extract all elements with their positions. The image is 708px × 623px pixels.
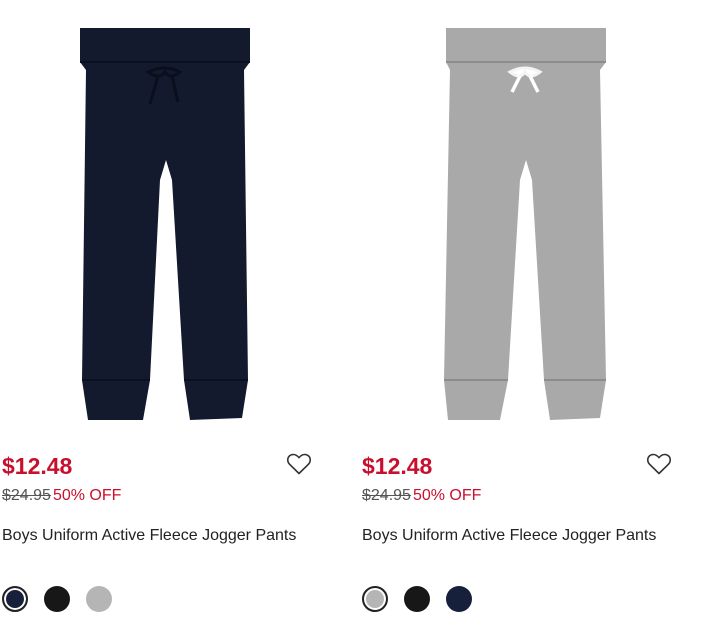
swatch-gray[interactable]: [86, 586, 112, 612]
product-image-gray-jogger[interactable]: [360, 0, 700, 440]
original-price-row: $24.95 50% OFF: [2, 486, 121, 506]
price-row: $12.48: [362, 452, 700, 484]
swatch-gray[interactable]: [362, 586, 388, 612]
original-price: $24.95: [362, 487, 411, 504]
original-price-row: $24.95 50% OFF: [362, 486, 481, 506]
pants-illustration: [444, 28, 606, 420]
product-grid: $12.48 $24.95 50% OFF Boys Uniform Active…: [0, 0, 708, 623]
swatch-black[interactable]: [404, 586, 430, 612]
product-title[interactable]: Boys Uniform Active Fleece Jogger Pants: [362, 526, 656, 546]
product-title[interactable]: Boys Uniform Active Fleece Jogger Pants: [2, 526, 296, 546]
pants-illustration: [80, 28, 250, 420]
product-image-navy-jogger[interactable]: [0, 0, 340, 440]
discount-label: 50% OFF: [412, 487, 482, 504]
discount-label: 50% OFF: [52, 487, 122, 504]
swatch-black[interactable]: [44, 586, 70, 612]
heart-outline-icon[interactable]: [646, 452, 672, 476]
swatch-navy[interactable]: [446, 586, 472, 612]
product-card: $12.48 $24.95 50% OFF Boys Uniform Active…: [0, 0, 340, 623]
price-row: $12.48: [2, 452, 340, 484]
sale-price: $12.48: [2, 453, 73, 479]
swatch-navy[interactable]: [2, 586, 28, 612]
sale-price: $12.48: [362, 453, 433, 479]
heart-outline-icon[interactable]: [286, 452, 312, 476]
product-card: $12.48 $24.95 50% OFF Boys Uniform Active…: [360, 0, 700, 623]
original-price: $24.95: [2, 487, 51, 504]
